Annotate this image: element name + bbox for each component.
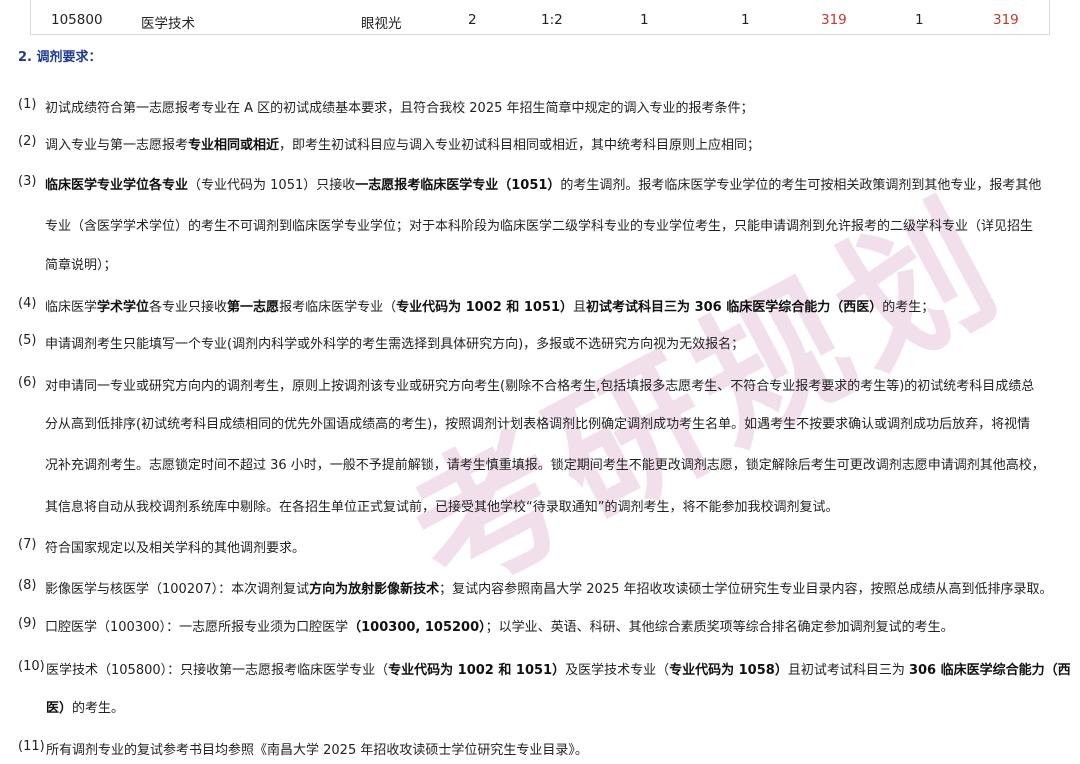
bold-text: 专业代码为 1002 和 1051） — [388, 663, 566, 678]
bold-text: 医） — [46, 701, 73, 716]
item-line: 申请调剂考生只能填写一个专业(调剂内科学或外科学的考生需选择到具体研究方向)，多… — [45, 333, 744, 352]
bold-text: 306 临床医学综合能力（西 — [908, 663, 1071, 678]
text: 口腔医学（100300）：一志愿所报专业须为口腔医学 — [45, 620, 349, 635]
text: 临床医学 — [45, 300, 98, 315]
text: 符合国家规定以及相关学科的其他调剂要求。 — [45, 541, 306, 556]
cell-count-1: 2 — [468, 12, 477, 28]
item-number: (7) — [18, 537, 37, 552]
item-line: 影像医学与核医学（100207）：本次调剂复试方向为放射影像新技术；复试内容参照… — [45, 578, 1053, 597]
cell-direction: 眼视光 — [361, 16, 402, 32]
item-number: (10) — [18, 659, 45, 674]
item-number: (2) — [18, 134, 37, 149]
item-line: 初试成绩符合第一志愿报考专业在 A 区的初试成绩基本要求，且符合我校 2025 … — [45, 97, 754, 116]
text: 影像医学与核医学（100207）：本次调剂复试 — [45, 582, 310, 597]
text: （专业代码为 1051）只接收 — [188, 178, 356, 193]
item-line: 简章说明）； — [45, 254, 117, 273]
cell-score-2: 319 — [993, 12, 1019, 28]
bold-text: 临床医学专业学位各专业 — [45, 178, 189, 193]
item-number: (4) — [18, 296, 37, 311]
item-line: 口腔医学（100300）：一志愿所报专业须为口腔医学（100300, 10520… — [45, 616, 954, 635]
text: 专业（含医学学术学位）的考生不可调剂到临床医学专业学位；对于本科阶段为临床医学二… — [45, 219, 1034, 234]
text: ；复试内容参照南昌大学 2025 年招收攻读硕士学位研究生专业目录内容，按照总成… — [439, 582, 1053, 597]
text: 分从高到低排序(初试统考科目成绩相同的优先外国语成绩高的考生)，按照调剂计划表格… — [45, 417, 1031, 432]
text: 初试成绩符合第一志愿报考专业在 A 区的初试成绩基本要求，且符合我校 2025 … — [45, 101, 754, 116]
item-number: (6) — [18, 375, 37, 390]
bold-text: 方向为放射影像新技术 — [309, 582, 440, 597]
text: 报考临床医学专业（ — [279, 300, 397, 315]
item-line: 对申请同一专业或研究方向内的调剂考生，原则上按调剂该专业或研究方向考生(剔除不合… — [45, 375, 1034, 394]
item-line: 其信息将自动从我校调剂系统库中剔除。在各招生单位正式复试前，已接受其他学校“待录… — [45, 496, 838, 515]
text: 其信息将自动从我校调剂系统库中剔除。在各招生单位正式复试前，已接受其他学校“待录… — [45, 500, 839, 515]
cell-major: 医学技术 — [141, 16, 195, 32]
cell-count-4: 1 — [741, 12, 750, 28]
section-title: 2. 调剂要求： — [18, 50, 102, 65]
item-number: (9) — [18, 616, 37, 631]
bold-text: 一志愿报考临床医学专业（1051） — [355, 178, 561, 193]
cell-count-3: 1 — [640, 12, 649, 28]
text: 简章说明）； — [45, 258, 117, 273]
cell-count-6: 1 — [915, 12, 924, 28]
text: 所有调剂专业的复试参考书目均参照《南昌大学 2025 年招收攻读硕士学位研究生专… — [46, 743, 588, 758]
item-line: 临床医学学术学位各专业只接收第一志愿报考临床医学专业（专业代码为 1002 和 … — [45, 296, 934, 315]
text: 且初试考试科目三为 — [787, 663, 909, 678]
item-number: (5) — [18, 333, 37, 348]
text: ；以学业、英语、科研、其他综合素质奖项等综合排名确定参加调剂复试的考生。 — [485, 620, 954, 635]
item-number: (11) — [18, 739, 45, 754]
cell-code: 105800 — [51, 12, 103, 28]
bold-text: 学术学位 — [97, 300, 150, 315]
text: 对申请同一专业或研究方向内的调剂考生，原则上按调剂该专业或研究方向考生(剔除不合… — [45, 379, 1035, 394]
text: 及医学技术专业（ — [565, 663, 670, 678]
text: 的考生。 — [72, 701, 125, 716]
item-number: (1) — [18, 97, 37, 112]
item-line: 医）的考生。 — [46, 697, 124, 716]
bold-text: 专业相同或相近 — [188, 138, 280, 153]
item-number: (8) — [18, 578, 37, 593]
text: 况补充调剂考生。志愿锁定时间不超过 36 小时，一般不予提前解锁，请考生慎重填报… — [45, 458, 1045, 473]
text: ，即考生初试科目应与调入专业初试科目相同或相近，其中统考科目原则上应相同； — [279, 138, 761, 153]
text: 且 — [573, 300, 587, 315]
item-line: 医学技术（105800）：只接收第一志愿报考临床医学专业（专业代码为 1002 … — [46, 659, 1071, 678]
item-line: 符合国家规定以及相关学科的其他调剂要求。 — [45, 537, 305, 556]
bold-text: 初试考试科目三为 306 临床医学综合能力（西医） — [586, 300, 883, 315]
item-line: 临床医学专业学位各专业（专业代码为 1051）只接收一志愿报考临床医学专业（10… — [45, 174, 1041, 193]
table-row: 105800 医学技术 眼视光 2 1:2 1 1 319 1 319 — [30, 0, 1050, 35]
cell-ratio: 1:2 — [541, 12, 563, 28]
bold-text: （100300, 105200） — [348, 620, 486, 635]
bold-text: 专业代码为 1058） — [669, 663, 788, 678]
text: 医学技术（105800）：只接收第一志愿报考临床医学专业（ — [46, 663, 389, 678]
text: 各专业只接收 — [149, 300, 228, 315]
text: 申请调剂考生只能填写一个专业(调剂内科学或外科学的考生需选择到具体研究方向)，多… — [45, 337, 745, 352]
item-line: 所有调剂专业的复试参考书目均参照《南昌大学 2025 年招收攻读硕士学位研究生专… — [46, 739, 588, 758]
item-line: 调入专业与第一志愿报考专业相同或相近，即考生初试科目应与调入专业初试科目相同或相… — [45, 134, 760, 153]
item-line: 分从高到低排序(初试统考科目成绩相同的优先外国语成绩高的考生)，按照调剂计划表格… — [45, 413, 1030, 432]
text: 的考生调剂。报考临床医学专业学位的考生可按相关政策调剂到其他专业，报考其他 — [560, 178, 1042, 193]
item-line: 专业（含医学学术学位）的考生不可调剂到临床医学专业学位；对于本科阶段为临床医学二… — [45, 215, 1033, 234]
cell-score-1: 319 — [821, 12, 847, 28]
bold-text: 第一志愿 — [227, 300, 280, 315]
bold-text: 专业代码为 1002 和 1051） — [396, 300, 574, 315]
text: 的考生； — [882, 300, 935, 315]
text: 调入专业与第一志愿报考 — [45, 138, 189, 153]
item-line: 况补充调剂考生。志愿锁定时间不超过 36 小时，一般不予提前解锁，请考生慎重填报… — [45, 454, 1045, 473]
item-number: (3) — [18, 174, 37, 189]
